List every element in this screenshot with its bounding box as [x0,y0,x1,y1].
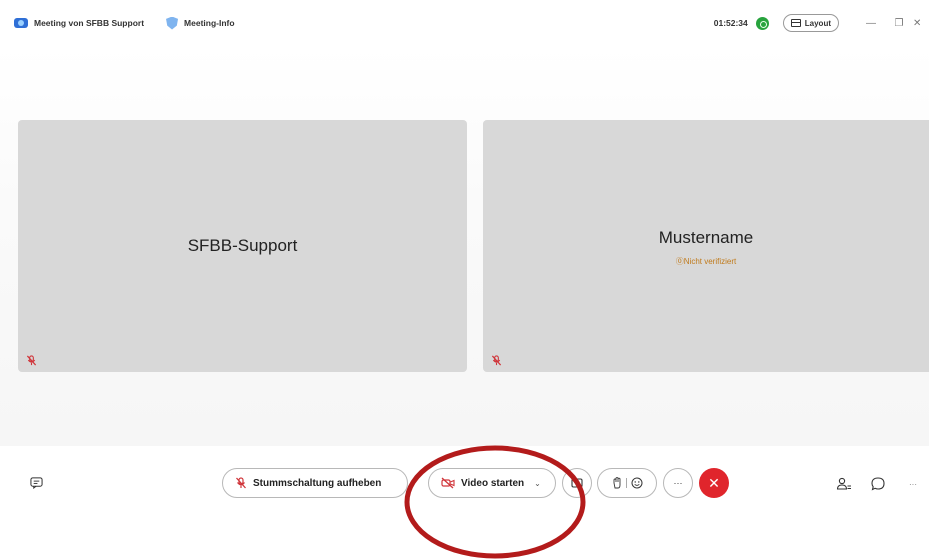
chevron-down-icon[interactable]: ⌄ [534,479,541,488]
meeting-info-link[interactable]: Meeting-Info [184,18,235,28]
divider [625,478,627,488]
share-icon [571,477,583,488]
unmute-button-label: Stummschaltung aufheben [253,477,382,489]
shield-icon[interactable] [166,16,179,30]
close-window-button[interactable]: ✕ [913,18,929,29]
mic-off-icon [491,355,502,366]
reactions-button-group[interactable] [597,468,657,498]
restore-button[interactable]: ❐ [885,18,913,29]
chat-icon[interactable] [870,476,886,492]
title-bar: Meeting von SFBB Support Meeting-Info 01… [0,0,929,46]
share-button[interactable] [562,468,592,498]
start-video-button-label: Video starten [461,477,525,489]
layout-button-label: Layout [804,18,831,28]
minimize-button[interactable]: — [857,18,885,29]
participants-icon[interactable] [836,476,852,492]
unmute-button[interactable]: Stummschaltung aufheben [222,468,408,498]
smiley-icon[interactable] [631,477,643,489]
overflow-menu-button[interactable]: ··· [905,476,921,492]
connection-status-icon[interactable] [755,16,769,30]
meeting-title: Meeting von SFBB Support [34,18,145,28]
start-video-button[interactable]: Video starten ⌄ [428,468,556,498]
video-stage: SFBB-Support Mustername ⓪Nicht verifizie… [0,46,929,446]
participant-tile[interactable]: Mustername ⓪Nicht verifiziert [483,120,929,372]
captions-icon[interactable] [30,476,43,489]
participant-name: SFBB-Support [187,236,298,255]
participant-tile[interactable]: SFBB-Support [18,120,467,372]
end-call-button[interactable]: ✕ [699,468,729,498]
layout-button[interactable]: Layout [782,14,839,32]
raise-hand-icon[interactable] [612,477,622,489]
participant-name: Mustername [658,228,754,247]
mic-off-icon [236,477,246,489]
video-off-icon [441,477,455,489]
meeting-timer: 01:52:34 [713,18,748,28]
control-bar: Stummschaltung aufheben Video starten ⌄ … [0,446,929,560]
verification-status: ⓪Nicht verifiziert [675,257,737,266]
webex-app-icon [14,18,28,28]
mic-off-icon [26,355,37,366]
more-options-button[interactable]: ··· [663,468,693,498]
title-bar-right: 01:52:34 Layout — ❐ ✕ [714,0,929,46]
title-bar-left: Meeting von SFBB Support Meeting-Info [0,16,235,30]
layout-icon [790,19,801,27]
